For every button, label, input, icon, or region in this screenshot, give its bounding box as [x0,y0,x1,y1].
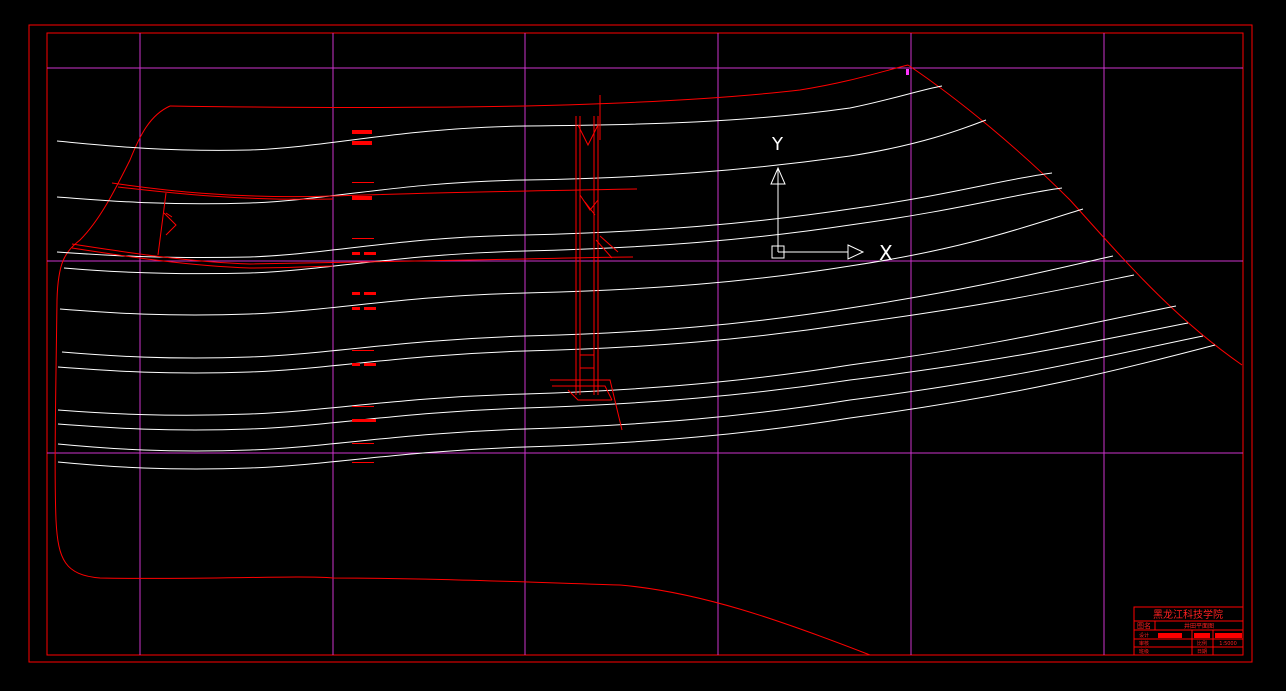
contour-line [61,255,1114,359]
boundary-top [169,64,909,108]
elevation-mark [364,363,376,366]
contour-line [56,172,1053,259]
elevation-mark [352,292,360,295]
title-block-scale-value: 1:5000 [1219,641,1237,647]
upper-fault-2 [117,186,334,200]
seam-contours [56,85,1216,470]
elevation-mark [352,196,372,200]
title-block-label-drawn: 设计 [1139,632,1149,639]
elevation-tick [352,443,374,444]
elevation-mark [352,130,372,134]
boundary-left [54,105,871,656]
shaft-mid-symbol [579,194,599,216]
elevation-tick [352,182,374,183]
shaft-top [577,95,601,147]
outer-frame [28,24,1253,663]
boundary-right [907,64,1243,366]
shaft-base [550,379,623,431]
coordinate-grid [47,33,1243,655]
elevation-mark [352,307,360,310]
elevation-tick [352,350,374,351]
shaft-node [580,354,594,369]
fault-dip-symbol [157,192,177,256]
shaft-branch [595,235,619,259]
inner-frame [46,32,1244,656]
title-block-label-title: 图名 [1137,621,1151,630]
elevation-mark [352,252,360,255]
shaft-column-right [593,116,599,395]
title-block-label-checked: 审核 [1139,640,1149,647]
ucs-y-label: Y [771,134,784,155]
title-block-fills [1158,633,1242,638]
elevation-marks [352,130,376,463]
cad-drawing-canvas: X Y 黑龙江科技学院 图名 井田平面图 设计 审核 班级 比例 1:5000 … [28,24,1253,663]
title-block-label-date: 日期 [1197,649,1207,655]
elevation-mark [352,419,376,422]
contour-line [56,85,943,151]
mine-boundary [54,64,1243,656]
title-block-drawing-name: 井田平面图 [1184,622,1214,630]
contour-line [57,305,1177,416]
ucs-x-label: X [879,241,893,265]
elevation-mark [364,252,376,255]
elevation-mark [364,307,376,310]
contour-line [57,322,1189,431]
corner-marker [906,69,909,75]
title-block-label-class: 班级 [1139,648,1149,655]
elevation-mark [364,292,376,295]
title-block-institution: 黑龙江科技学院 [1153,608,1223,621]
elevation-tick [352,406,374,407]
elevation-mark [352,141,372,145]
elevation-tick [352,238,374,239]
elevation-mark [352,363,360,366]
fault-features [71,95,638,431]
ucs-x-arrow [847,244,865,260]
shaft-column-left [575,116,581,395]
contour-line [57,274,1135,374]
elevation-tick [352,462,374,463]
title-block-label-scale: 比例 [1197,640,1207,647]
